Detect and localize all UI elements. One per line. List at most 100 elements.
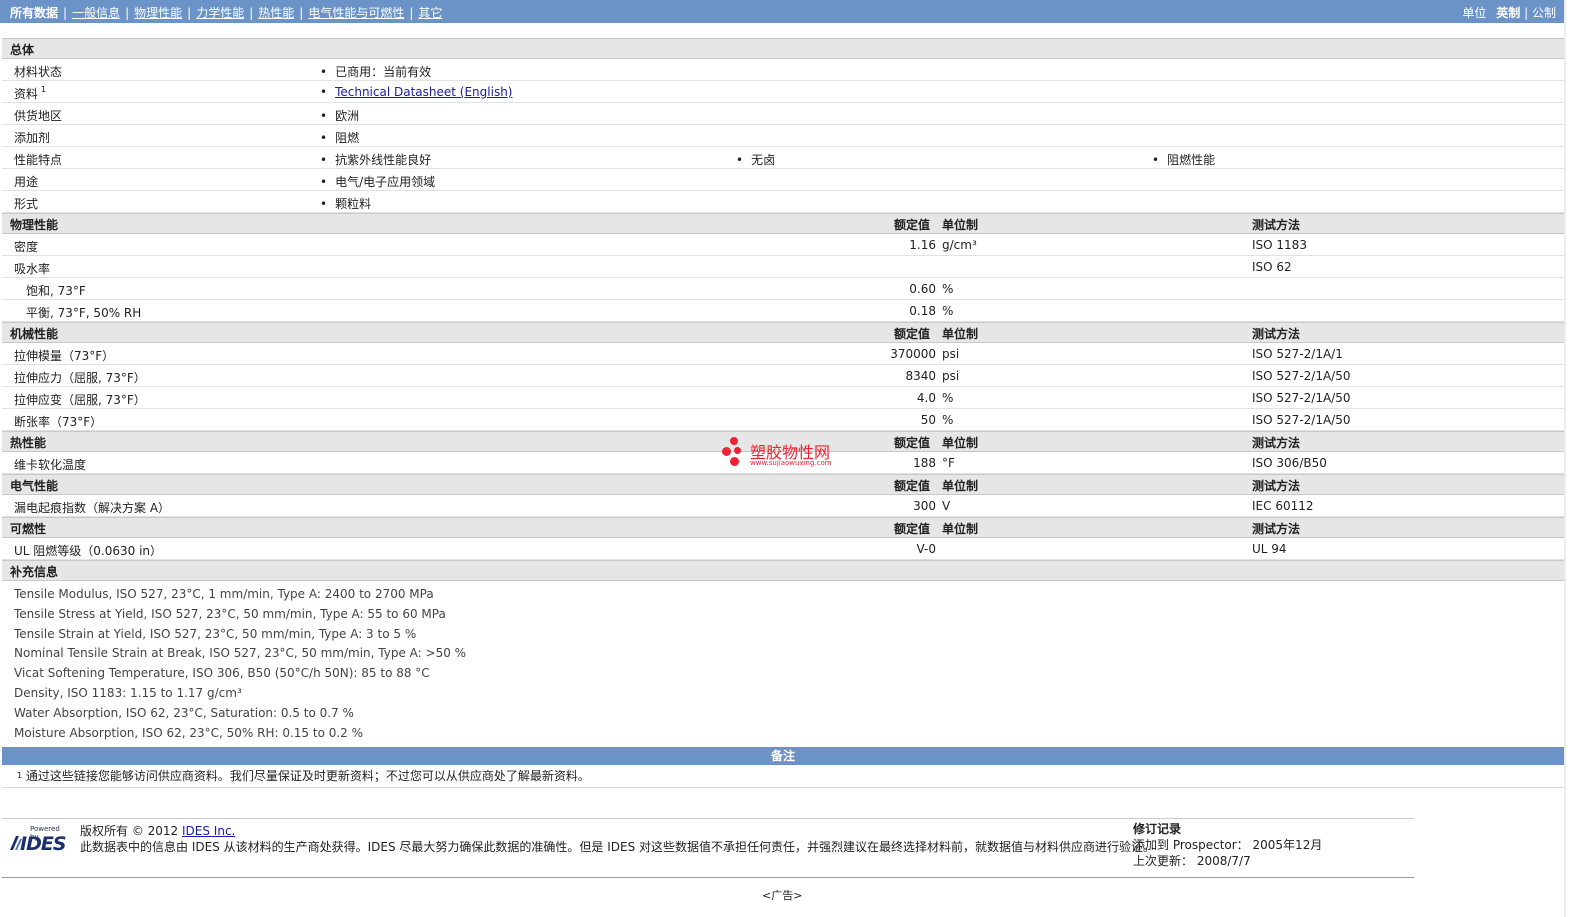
row-label: 断张率（73°F） [14,415,103,429]
col-nominal: 额定值 [894,479,931,493]
row-tensile-stress: 拉伸应力（屈服, 73°F） 8340 psi ISO 527-2/1A/50 [2,365,1564,387]
col-method: 测试方法 [1252,522,1301,536]
section-header-electrical: 电气性能 额定值 单位制 测试方法 [2,474,1564,495]
row-features: 性能特点 抗紫外线性能良好 无卤 阻燃性能 [2,147,1564,169]
row-method: ISO 1183 [1252,238,1307,252]
row-value: 370000 [890,347,936,361]
row-label: 用途 [14,175,39,189]
copyright-block: 版权所有 © 2012 IDES Inc. 此数据表中的信息由 IDES 从该材… [80,823,1155,855]
row-value: 欧洲 [320,107,359,124]
row-method: ISO 527-2/1A/50 [1252,391,1351,405]
row-method: ISO 306/B50 [1252,456,1327,470]
section-header-general: 总体 [2,38,1564,59]
added-label: 添加到 Prospector： [1133,838,1249,852]
row-value: 0.18 [909,304,936,318]
row-label: 形式 [14,197,39,211]
row-additive: 添加剂 阻燃 [2,125,1564,147]
row-method: ISO 527-2/1A/1 [1252,347,1343,361]
section-header-flammability: 可燃性 额定值 单位制 测试方法 [2,517,1564,538]
col-nominal: 额定值 [894,522,931,536]
copyright-text: 版权所有 © 2012 [80,824,179,838]
row-uses: 用途 电气/电子应用领域 [2,169,1564,191]
row-method: UL 94 [1252,542,1287,556]
nav-thermal[interactable]: 热性能 [258,6,294,20]
row-unit: °F [942,456,955,470]
supplemental-line: Moisture Absorption, ISO 62, 23°C, 50% R… [14,725,364,740]
nav-other[interactable]: 其它 [418,6,442,20]
disclaimer: 此数据表中的信息由 IDES 从该材料的生产商处获得。IDES 尽最大努力确保此… [80,840,1156,854]
nav-physical[interactable]: 物理性能 [134,6,182,20]
row-label: 吸水率 [14,262,51,276]
row-value: 1.16 [909,238,936,252]
row-label: 拉伸应力（屈服, 73°F） [14,371,146,385]
supplemental-line: Tensile Modulus, ISO 527, 23°C, 1 mm/min… [14,587,434,601]
row-documents: 资料1 Technical Datasheet (English) [2,81,1564,103]
nav-mechanical[interactable]: 力学性能 [196,6,244,20]
supplemental-line: Vicat Softening Temperature, ISO 306, B5… [14,666,430,681]
watermark: 塑胶物性网 www.sujiaowuxing.com [722,437,852,471]
units-current: 英制 [1496,6,1521,20]
col-unit: 单位制 [942,327,979,341]
row-value: 已商用：当前有效 [320,63,431,80]
ad-placeholder[interactable]: <广告> [762,887,802,903]
supplemental-line: Nominal Tensile Strain at Break, ISO 527… [14,646,467,661]
row-label: UL 阻燃等级（0.0630 in） [14,544,163,558]
col-method: 测试方法 [1252,218,1301,232]
section-header-supplemental: 补充信息 [2,560,1564,581]
revision-title: 修订记录 [1133,822,1182,836]
row-value: 4.0 [916,391,936,405]
section-title: 机械性能 [10,327,59,341]
unit-switcher: 单位 英制 | 公制 [1462,6,1556,20]
row-label: 漏电起痕指数（解决方案 A） [14,501,171,515]
updated-value: 2008/7/7 [1196,854,1251,868]
section-title: 总体 [10,43,35,57]
watermark-dot-icon [730,437,738,445]
row-method: ISO 527-2/1A/50 [1252,369,1351,383]
col-method: 测试方法 [1252,479,1301,493]
col-unit: 单位制 [942,522,979,536]
units-metric-link[interactable]: 公制 [1532,6,1556,20]
section-title: 物理性能 [10,218,59,232]
section-nav: 所有数据 | 一般信息 | 物理性能 | 力学性能 | 热性能 | 电气性能与可燃性 | 其它 [10,6,443,20]
row-label: 拉伸模量（73°F） [14,349,115,363]
col-nominal: 额定值 [894,327,931,341]
supplemental-line: Tensile Stress at Yield, ISO 527, 23°C, … [14,606,446,621]
nav-all-data[interactable]: 所有数据 [10,6,58,20]
section-title: 热性能 [10,436,47,450]
col-method: 测试方法 [1252,327,1301,341]
section-title: 电气性能 [10,479,59,493]
row-label: 密度 [14,240,39,254]
row-label: 拉伸应变（屈服, 73°F） [14,393,146,407]
row-method: IEC 60112 [1252,499,1314,513]
row-label: 供货地区 [14,109,63,123]
row-unit: % [942,391,954,405]
row-value: 300 [913,499,936,513]
row-value: 抗紫外线性能良好 [320,151,431,168]
row-value: 无卤 [736,151,775,168]
scrollbar-track[interactable] [1564,0,1566,917]
row-tensile-modulus: 拉伸模量（73°F） 370000 psi ISO 527-2/1A/1 [2,343,1564,365]
section-title: 补充信息 [10,565,59,579]
row-value: 8340 [905,369,936,383]
notes-header: 备注 [2,747,1564,766]
row-tensile-strain: 拉伸应变（屈服, 73°F） 4.0 % ISO 527-2/1A/50 [2,387,1564,409]
row-label: 维卡软化温度 [14,458,87,472]
row-density: 密度 1.16 g/cm³ ISO 1183 [2,234,1564,256]
row-method: ISO 62 [1252,260,1292,274]
row-method: ISO 527-2/1A/50 [1252,413,1351,427]
supplemental-line: Tensile Strain at Yield, ISO 527, 23°C, … [14,626,417,641]
row-water-absorption: 吸水率 ISO 62 [2,256,1564,278]
row-unit: % [942,413,954,427]
row-region: 供货地区 欧洲 [2,103,1564,125]
row-value: 阻燃 [320,129,359,146]
row-saturation: 饱和, 73°F 0.60 % [2,278,1564,300]
row-value: 阻燃性能 [1152,151,1215,168]
col-nominal: 额定值 [894,436,931,450]
datasheet-link[interactable]: Technical Datasheet (English) [335,85,512,99]
nav-general[interactable]: 一般信息 [72,6,120,20]
ides-logo[interactable]: Powered by IDES [8,825,70,855]
row-material-status: 材料状态 已商用：当前有效 [2,59,1564,81]
row-value: 50 [920,413,936,427]
ides-link[interactable]: IDES Inc. [182,824,235,838]
nav-electrical[interactable]: 电气性能与可燃性 [308,6,404,20]
